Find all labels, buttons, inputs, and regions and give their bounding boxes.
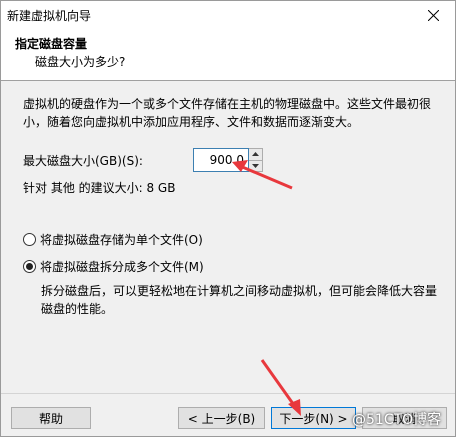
disk-size-input[interactable]: 900.0	[193, 148, 249, 172]
chevron-up-icon	[252, 152, 259, 157]
chevron-down-icon	[252, 163, 259, 168]
radio-button-split[interactable]	[23, 260, 36, 273]
next-button[interactable]: 下一步(N) >	[271, 407, 356, 429]
wizard-window: 新建虚拟机向导 指定磁盘容量 磁盘大小为多少? 虚拟机的硬盘作为一个或多个文件存…	[0, 0, 456, 437]
watermark-text: @51CTO博客	[352, 412, 442, 428]
disk-size-stepper: 900.0	[193, 148, 265, 172]
disk-size-label: 最大磁盘大小(GB)(S):	[23, 154, 143, 168]
split-multiple-files-option[interactable]: 将虚拟磁盘拆分成多个文件(M)	[23, 258, 204, 275]
back-button[interactable]: < 上一步(B)	[178, 407, 265, 429]
window-title: 新建虚拟机向导	[7, 9, 92, 23]
store-single-file-option[interactable]: 将虚拟磁盘存储为单个文件(O)	[23, 231, 203, 248]
radio-button-single[interactable]	[23, 233, 36, 246]
recommended-size-text: 针对 其他 的建议大小: 8 GB	[23, 181, 176, 195]
wizard-header: 指定磁盘容量 磁盘大小为多少?	[1, 29, 455, 81]
page-subtitle: 磁盘大小为多少?	[35, 55, 126, 69]
title-bar: 新建虚拟机向导	[1, 1, 455, 29]
page-title: 指定磁盘容量	[15, 37, 88, 51]
disk-description: 虚拟机的硬盘作为一个或多个文件存储在主机的物理磁盘中。这些文件最初很小，随着您向…	[23, 97, 432, 129]
divider	[1, 393, 455, 394]
split-description: 拆分磁盘后，可以更轻松地在计算机之间移动虚拟机，但可能会降低大容量磁盘的性能。	[41, 284, 438, 316]
store-single-file-label: 将虚拟磁盘存储为单个文件(O)	[40, 233, 203, 247]
close-button[interactable]	[411, 1, 455, 29]
stepper-buttons	[249, 148, 263, 172]
increment-button[interactable]	[249, 149, 262, 160]
help-button[interactable]: 帮助	[11, 407, 91, 429]
decrement-button[interactable]	[249, 159, 262, 171]
close-icon	[427, 9, 439, 21]
split-multiple-files-label: 将虚拟磁盘拆分成多个文件(M)	[40, 260, 204, 274]
